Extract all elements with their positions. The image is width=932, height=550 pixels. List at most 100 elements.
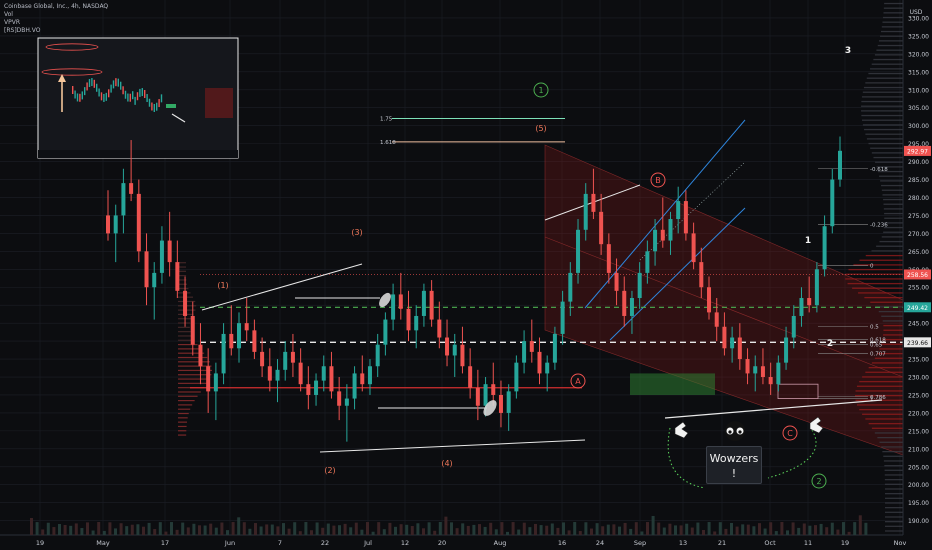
volume-bar: [52, 527, 56, 535]
volume-profile-bar: [882, 194, 903, 196]
volume-profile-bar: [871, 362, 903, 364]
volume-bar: [371, 531, 375, 535]
candle-body: [776, 362, 781, 385]
volume-bar: [506, 531, 509, 535]
volume-profile-bar: [884, 492, 903, 495]
volume-bar: [226, 530, 229, 535]
volume-bar: [366, 522, 369, 535]
inset-candle: [108, 89, 110, 98]
volume-profile-bar: [881, 189, 903, 191]
inset-axis: [38, 150, 238, 158]
volume-bar: [326, 523, 330, 535]
volume-bar: [690, 527, 694, 535]
volume-profile-bar: [879, 175, 903, 177]
candle-body: [352, 373, 357, 399]
volume-profile-bar: [862, 413, 903, 415]
volume-bar: [220, 522, 224, 535]
y-tick-label: 230.00: [908, 375, 929, 382]
volume-bar: [539, 525, 543, 535]
x-tick-label: Jul: [363, 539, 372, 547]
volume-profile-bar: [863, 86, 903, 89]
volume-bar: [170, 522, 173, 535]
volume-bar: [97, 522, 101, 535]
volume-profile-bar: [178, 356, 208, 359]
candle-body: [190, 315, 195, 345]
y-tick-label: 190.00: [908, 518, 929, 525]
indicator-vpvr[interactable]: VPVR: [4, 19, 108, 27]
candle-body: [306, 384, 311, 395]
volume-profile-bar: [880, 30, 903, 33]
volume-bar: [35, 522, 39, 535]
volume-bar: [847, 531, 851, 535]
inset-candle: [127, 93, 129, 102]
volume-bar: [310, 530, 313, 535]
volume-profile-bar: [178, 421, 188, 423]
y-tick-label: 200.00: [908, 482, 929, 489]
candle-body: [406, 308, 411, 331]
volume-profile-bar: [883, 203, 903, 205]
indicator-rs[interactable]: [RS]DBH.VO: [4, 27, 108, 35]
volume-bar: [718, 522, 722, 535]
volume-bar: [119, 523, 123, 535]
price-chart[interactable]: 1.751.618-0.618-0.23600.50.6180.650.7070…: [0, 0, 932, 550]
volume-profile-bar: [884, 502, 903, 504]
volume-bar: [629, 528, 633, 535]
x-tick-label: Nov: [894, 539, 907, 547]
wave-label: C: [787, 429, 793, 438]
candle-body: [491, 384, 496, 395]
inset-candle: [74, 90, 76, 99]
volume-bar: [114, 528, 117, 535]
volume-bar: [203, 525, 207, 535]
candle-body: [807, 298, 812, 306]
candle-body: [198, 344, 203, 367]
volume-profile-bar: [882, 450, 903, 453]
volume-profile-bar: [879, 441, 903, 443]
volume-profile-bar: [881, 236, 903, 238]
fib-label: 1: [870, 397, 874, 403]
candle-body: [838, 150, 842, 180]
volume-bar: [321, 527, 325, 535]
candle-body: [452, 344, 457, 356]
candle-body: [653, 229, 658, 252]
volume-profile-bar: [882, 320, 903, 322]
volume-bar: [573, 522, 577, 535]
volume-bar: [86, 522, 89, 535]
volume-profile-bar: [884, 2, 903, 5]
volume-bar: [69, 525, 73, 535]
volume-bar: [181, 522, 185, 535]
fib-label: 0: [870, 264, 874, 270]
volume-bar: [377, 522, 381, 535]
candle-body: [206, 366, 211, 392]
candle-body: [683, 201, 688, 234]
fib-label: 0.5: [870, 325, 879, 331]
volume-bar: [769, 522, 773, 535]
candle-body: [429, 290, 434, 320]
x-tick-label: Jun: [224, 539, 235, 547]
inset-candle: [105, 92, 107, 101]
indicator-vol[interactable]: Vol: [4, 11, 108, 19]
volume-profile-bar: [861, 114, 903, 117]
inset-candle: [129, 93, 131, 102]
volume-bar: [472, 524, 476, 535]
volume-profile-bar: [178, 391, 201, 393]
fib-label: 1.618: [380, 140, 396, 146]
volume-profile-bar: [856, 385, 903, 387]
inset-candle: [112, 80, 115, 89]
volume-profile-bar: [876, 245, 903, 247]
zone-green-box: [630, 373, 715, 395]
volume-bar: [752, 526, 756, 535]
volume-profile-bar: [178, 425, 187, 428]
volume-profile-bar: [873, 58, 903, 61]
volume-bar: [830, 522, 834, 535]
volume-profile-bar: [884, 488, 903, 490]
candle-body: [175, 262, 180, 291]
candle-body: [791, 315, 796, 338]
volume-profile-bar: [848, 268, 903, 271]
volume-bar: [858, 515, 862, 535]
inset-candle: [110, 84, 112, 93]
volume-profile-bar: [878, 40, 903, 42]
volume-profile-bar: [865, 133, 903, 135]
volume-bar: [382, 529, 386, 535]
volume-profile-bar: [870, 147, 903, 149]
candle-body: [314, 380, 319, 395]
